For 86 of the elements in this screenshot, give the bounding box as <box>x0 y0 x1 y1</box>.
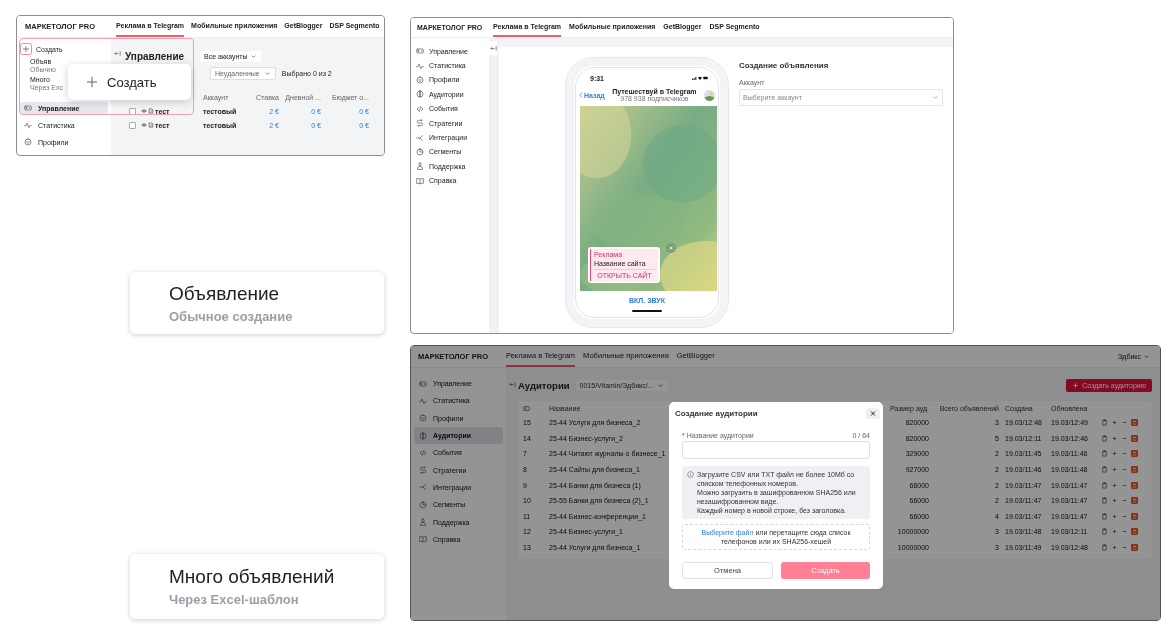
row-checkbox[interactable] <box>129 107 136 115</box>
option-card[interactable]: Объявление Обычное создание <box>130 272 384 334</box>
plus-icon[interactable] <box>1111 497 1118 505</box>
book-icon <box>416 176 424 185</box>
close-icon[interactable] <box>866 408 880 419</box>
option-title: Объявление <box>169 282 281 305</box>
profile-icon <box>24 138 32 146</box>
chevron-icon <box>1143 353 1150 360</box>
book-icon <box>419 535 427 544</box>
option-card[interactable]: Много объявлений Через Excel-шаблон <box>130 554 384 619</box>
clipboard-icon[interactable] <box>1101 466 1108 474</box>
share-icon <box>419 483 427 492</box>
plus-icon[interactable] <box>20 43 32 55</box>
form-title: Создание объявления <box>739 61 830 70</box>
delete-button[interactable] <box>1131 419 1138 427</box>
plus-icon <box>86 76 98 88</box>
delete-button[interactable] <box>1131 466 1138 474</box>
share-icon <box>416 133 424 142</box>
option-subtitle: Через Excel-шаблон <box>169 592 300 607</box>
plus-icon[interactable] <box>1111 481 1118 489</box>
edit-icon[interactable] <box>148 108 154 114</box>
home-indicator <box>632 310 662 312</box>
code-icon <box>416 104 424 113</box>
plus-icon[interactable] <box>1111 544 1118 552</box>
dialog-title: Создание аудитории <box>675 409 758 418</box>
delete-button[interactable] <box>1131 434 1138 442</box>
plus-icon[interactable] <box>1111 512 1118 520</box>
plus-icon[interactable] <box>1111 450 1118 458</box>
collapse-icon[interactable] <box>508 381 516 388</box>
delete-button[interactable] <box>1131 544 1138 552</box>
clipboard-icon[interactable] <box>1101 434 1108 442</box>
close-icon[interactable] <box>666 243 676 253</box>
globe-icon <box>419 431 427 440</box>
gamepad-icon <box>419 379 427 388</box>
plus-icon[interactable] <box>1111 466 1118 474</box>
chevron-icon <box>249 52 257 60</box>
gamepad-icon <box>416 47 424 56</box>
back-icon <box>579 92 583 98</box>
chevron-icon <box>656 381 664 389</box>
clipboard-icon[interactable] <box>1101 419 1108 427</box>
code-icon <box>419 448 427 457</box>
create-popup[interactable]: Создать <box>68 64 191 100</box>
segment-icon <box>419 500 427 509</box>
gamepad-icon <box>24 104 32 112</box>
clipboard-icon[interactable] <box>1101 528 1108 536</box>
eye-icon[interactable] <box>141 122 147 128</box>
profile-icon <box>419 414 427 423</box>
delete-button[interactable] <box>1131 528 1138 536</box>
audience-name-field[interactable] <box>682 441 870 459</box>
collapse-icon[interactable] <box>113 50 121 57</box>
pulse-icon <box>24 121 32 129</box>
option-title: Много объявлений <box>169 566 336 588</box>
page-title: Управление <box>125 50 186 62</box>
plus-icon <box>1072 381 1080 389</box>
clipboard-icon[interactable] <box>1101 512 1108 520</box>
delete-button[interactable] <box>1131 481 1138 489</box>
user-icon <box>419 518 427 526</box>
option-subtitle: Обычное создание <box>169 308 294 324</box>
delete-button[interactable] <box>1131 497 1138 505</box>
pulse-icon <box>419 396 427 405</box>
channel-avatar[interactable] <box>704 89 715 101</box>
segment-icon <box>416 147 424 156</box>
profile-icon <box>416 75 424 84</box>
clipboard-icon[interactable] <box>1101 497 1108 505</box>
clipboard-icon[interactable] <box>1101 544 1108 552</box>
delete-button[interactable] <box>1131 512 1138 520</box>
info-icon <box>687 471 694 478</box>
edit-icon[interactable] <box>148 122 154 128</box>
delete-button[interactable] <box>1131 450 1138 458</box>
clipboard-icon[interactable] <box>1101 481 1108 489</box>
status-icons <box>692 76 708 80</box>
pulse-icon <box>416 61 424 70</box>
plus-icon[interactable] <box>1111 434 1118 442</box>
page-title: Аудитории <box>518 379 570 391</box>
clipboard-icon[interactable] <box>1101 450 1108 458</box>
row-checkbox[interactable] <box>129 121 136 129</box>
plus-icon[interactable] <box>1111 528 1118 536</box>
user-icon <box>416 162 424 171</box>
collapse-icon[interactable] <box>489 44 497 52</box>
eye-icon[interactable] <box>141 108 147 114</box>
route-icon <box>416 119 424 128</box>
route-icon <box>419 466 427 475</box>
chevron-icon <box>932 94 939 101</box>
chevron-icon <box>263 69 271 77</box>
plus-icon[interactable] <box>1111 419 1118 427</box>
globe-icon <box>416 90 424 99</box>
